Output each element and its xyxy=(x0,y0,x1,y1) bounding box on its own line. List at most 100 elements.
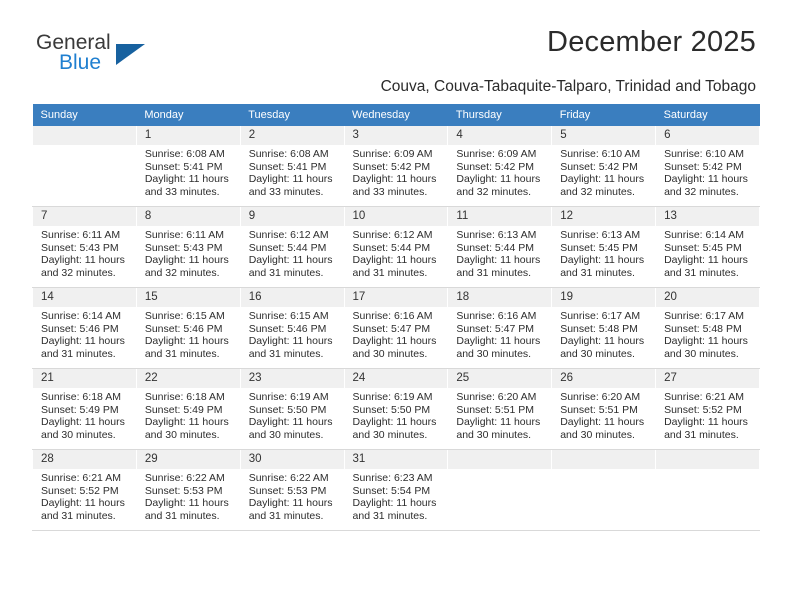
sunrise-text: Sunrise: 6:11 AM xyxy=(144,229,225,241)
daylight-text: Daylight: 11 hours and 32 minutes. xyxy=(144,254,229,279)
calendar-day-cell[interactable]: 9 Sunrise: 6:12 AM Sunset: 5:44 PM Dayli… xyxy=(239,206,345,288)
calendar-day-cell[interactable]: 17 Sunrise: 6:16 AM Sunset: 5:47 PM Dayl… xyxy=(343,287,449,369)
day-info: Sunrise: 6:09 AM Sunset: 5:42 PM Dayligh… xyxy=(448,145,551,198)
day-info: Sunrise: 6:10 AM Sunset: 5:42 PM Dayligh… xyxy=(552,145,655,198)
daylight-text: Daylight: 11 hours and 30 minutes. xyxy=(248,416,333,441)
sunset-text: Sunset: 5:45 PM xyxy=(560,241,638,254)
calendar-week-row: 21 Sunrise: 6:18 AM Sunset: 5:49 PM Dayl… xyxy=(32,368,760,450)
sunrise-text: Sunrise: 6:21 AM xyxy=(664,391,745,403)
weekday-header-saturday: Saturday xyxy=(655,104,760,126)
calendar-day-cell[interactable]: 2 Sunrise: 6:08 AM Sunset: 5:41 PM Dayli… xyxy=(239,126,345,207)
sunrise-text: Sunrise: 6:14 AM xyxy=(664,229,745,241)
calendar-header-row: Sunday Monday Tuesday Wednesday Thursday… xyxy=(32,104,760,126)
calendar-day-cell xyxy=(655,449,760,531)
day-number: 10 xyxy=(344,207,448,226)
calendar-day-cell[interactable]: 1 Sunrise: 6:08 AM Sunset: 5:41 PM Dayli… xyxy=(135,126,241,207)
calendar-day-cell[interactable]: 30 Sunrise: 6:22 AM Sunset: 5:53 PM Dayl… xyxy=(239,449,345,531)
calendar-day-cell[interactable]: 4 Sunrise: 6:09 AM Sunset: 5:42 PM Dayli… xyxy=(447,126,553,207)
calendar-day-cell[interactable]: 29 Sunrise: 6:22 AM Sunset: 5:53 PM Dayl… xyxy=(135,449,241,531)
day-info: Sunrise: 6:14 AM Sunset: 5:46 PM Dayligh… xyxy=(33,307,136,360)
calendar-day-cell[interactable]: 5 Sunrise: 6:10 AM Sunset: 5:42 PM Dayli… xyxy=(551,126,657,207)
day-number xyxy=(656,450,759,469)
calendar-day-cell[interactable]: 7 Sunrise: 6:11 AM Sunset: 5:43 PM Dayli… xyxy=(32,206,137,288)
day-info: Sunrise: 6:23 AM Sunset: 5:54 PM Dayligh… xyxy=(345,469,448,522)
calendar-day-cell[interactable]: 12 Sunrise: 6:13 AM Sunset: 5:45 PM Dayl… xyxy=(551,206,657,288)
sunrise-text: Sunrise: 6:08 AM xyxy=(248,148,329,160)
calendar-day-cell xyxy=(32,126,137,207)
sunrise-text: Sunrise: 6:12 AM xyxy=(248,229,329,241)
day-number: 31 xyxy=(344,450,448,469)
day-info: Sunrise: 6:12 AM Sunset: 5:44 PM Dayligh… xyxy=(241,226,344,279)
day-info: Sunrise: 6:22 AM Sunset: 5:53 PM Dayligh… xyxy=(137,469,240,522)
page-title: December 2025 xyxy=(547,26,756,58)
daylight-text: Daylight: 11 hours and 30 minutes. xyxy=(560,335,645,360)
calendar-day-cell[interactable]: 13 Sunrise: 6:14 AM Sunset: 5:45 PM Dayl… xyxy=(655,206,760,288)
daylight-text: Daylight: 11 hours and 31 minutes. xyxy=(248,497,333,522)
sunrise-text: Sunrise: 6:12 AM xyxy=(352,229,433,241)
calendar-day-cell[interactable]: 22 Sunrise: 6:18 AM Sunset: 5:49 PM Dayl… xyxy=(135,368,241,450)
day-number: 15 xyxy=(136,288,240,307)
calendar-day-cell[interactable]: 16 Sunrise: 6:15 AM Sunset: 5:46 PM Dayl… xyxy=(239,287,345,369)
daylight-text: Daylight: 11 hours and 30 minutes. xyxy=(664,335,748,360)
daylight-text: Daylight: 11 hours and 33 minutes. xyxy=(248,173,333,198)
calendar-day-cell[interactable]: 15 Sunrise: 6:15 AM Sunset: 5:46 PM Dayl… xyxy=(135,287,241,369)
sunrise-text: Sunrise: 6:22 AM xyxy=(248,472,329,484)
sunrise-sunset-calendar: Sunday Monday Tuesday Wednesday Thursday… xyxy=(32,104,760,531)
calendar-day-cell[interactable]: 14 Sunrise: 6:14 AM Sunset: 5:46 PM Dayl… xyxy=(32,287,137,369)
sunrise-text: Sunrise: 6:15 AM xyxy=(144,310,225,322)
day-number: 7 xyxy=(33,207,136,226)
sunrise-text: Sunrise: 6:20 AM xyxy=(456,391,537,403)
day-info: Sunrise: 6:18 AM Sunset: 5:49 PM Dayligh… xyxy=(137,388,240,441)
sunrise-text: Sunrise: 6:11 AM xyxy=(41,229,121,241)
calendar-day-cell[interactable]: 19 Sunrise: 6:17 AM Sunset: 5:48 PM Dayl… xyxy=(551,287,657,369)
day-number: 13 xyxy=(656,207,759,226)
sunset-text: Sunset: 5:47 PM xyxy=(456,322,535,335)
sunset-text: Sunset: 5:48 PM xyxy=(664,322,742,335)
calendar-day-cell[interactable]: 31 Sunrise: 6:23 AM Sunset: 5:54 PM Dayl… xyxy=(343,449,449,531)
calendar-day-cell[interactable]: 6 Sunrise: 6:10 AM Sunset: 5:42 PM Dayli… xyxy=(655,126,760,207)
calendar-day-cell[interactable]: 8 Sunrise: 6:11 AM Sunset: 5:43 PM Dayli… xyxy=(135,206,241,288)
sunset-text: Sunset: 5:50 PM xyxy=(352,403,431,416)
day-number xyxy=(552,450,656,469)
calendar-day-cell[interactable]: 28 Sunrise: 6:21 AM Sunset: 5:52 PM Dayl… xyxy=(32,449,137,531)
day-number: 12 xyxy=(552,207,656,226)
daylight-text: Daylight: 11 hours and 32 minutes. xyxy=(560,173,645,198)
daylight-text: Daylight: 11 hours and 33 minutes. xyxy=(352,173,437,198)
sunrise-text: Sunrise: 6:21 AM xyxy=(41,472,121,484)
daylight-text: Daylight: 11 hours and 31 minutes. xyxy=(664,416,748,441)
calendar-day-cell[interactable]: 10 Sunrise: 6:12 AM Sunset: 5:44 PM Dayl… xyxy=(343,206,449,288)
calendar-day-cell[interactable]: 18 Sunrise: 6:16 AM Sunset: 5:47 PM Dayl… xyxy=(447,287,553,369)
weekday-header-tuesday: Tuesday xyxy=(240,104,345,126)
daylight-text: Daylight: 11 hours and 33 minutes. xyxy=(144,173,229,198)
calendar-day-cell[interactable]: 20 Sunrise: 6:17 AM Sunset: 5:48 PM Dayl… xyxy=(655,287,760,369)
day-number: 28 xyxy=(33,450,136,469)
sunset-text: Sunset: 5:51 PM xyxy=(560,403,638,416)
sunset-text: Sunset: 5:52 PM xyxy=(664,403,742,416)
calendar-day-cell[interactable]: 27 Sunrise: 6:21 AM Sunset: 5:52 PM Dayl… xyxy=(655,368,760,450)
day-number: 21 xyxy=(33,369,136,388)
day-info: Sunrise: 6:20 AM Sunset: 5:51 PM Dayligh… xyxy=(552,388,655,441)
day-info: Sunrise: 6:15 AM Sunset: 5:46 PM Dayligh… xyxy=(241,307,344,360)
daylight-text: Daylight: 11 hours and 30 minutes. xyxy=(560,416,645,441)
sunset-text: Sunset: 5:42 PM xyxy=(456,160,535,173)
day-number: 5 xyxy=(552,126,656,145)
sunset-text: Sunset: 5:53 PM xyxy=(248,484,327,497)
brand-logo[interactable]: General Blue xyxy=(36,32,176,78)
calendar-day-cell[interactable]: 21 Sunrise: 6:18 AM Sunset: 5:49 PM Dayl… xyxy=(32,368,137,450)
sunset-text: Sunset: 5:49 PM xyxy=(144,403,223,416)
calendar-day-cell[interactable]: 3 Sunrise: 6:09 AM Sunset: 5:42 PM Dayli… xyxy=(343,126,449,207)
day-number xyxy=(33,126,136,145)
day-info: Sunrise: 6:13 AM Sunset: 5:45 PM Dayligh… xyxy=(552,226,655,279)
calendar-day-cell[interactable]: 11 Sunrise: 6:13 AM Sunset: 5:44 PM Dayl… xyxy=(447,206,553,288)
calendar-day-cell[interactable]: 26 Sunrise: 6:20 AM Sunset: 5:51 PM Dayl… xyxy=(551,368,657,450)
day-number: 26 xyxy=(552,369,656,388)
daylight-text: Daylight: 11 hours and 30 minutes. xyxy=(456,416,541,441)
daylight-text: Daylight: 11 hours and 31 minutes. xyxy=(248,335,333,360)
day-info: Sunrise: 6:08 AM Sunset: 5:41 PM Dayligh… xyxy=(137,145,240,198)
daylight-text: Daylight: 11 hours and 31 minutes. xyxy=(560,254,645,279)
day-info: Sunrise: 6:17 AM Sunset: 5:48 PM Dayligh… xyxy=(552,307,655,360)
calendar-day-cell[interactable]: 24 Sunrise: 6:19 AM Sunset: 5:50 PM Dayl… xyxy=(343,368,449,450)
calendar-day-cell[interactable]: 25 Sunrise: 6:20 AM Sunset: 5:51 PM Dayl… xyxy=(447,368,553,450)
calendar-day-cell[interactable]: 23 Sunrise: 6:19 AM Sunset: 5:50 PM Dayl… xyxy=(239,368,345,450)
weekday-header-monday: Monday xyxy=(136,104,241,126)
